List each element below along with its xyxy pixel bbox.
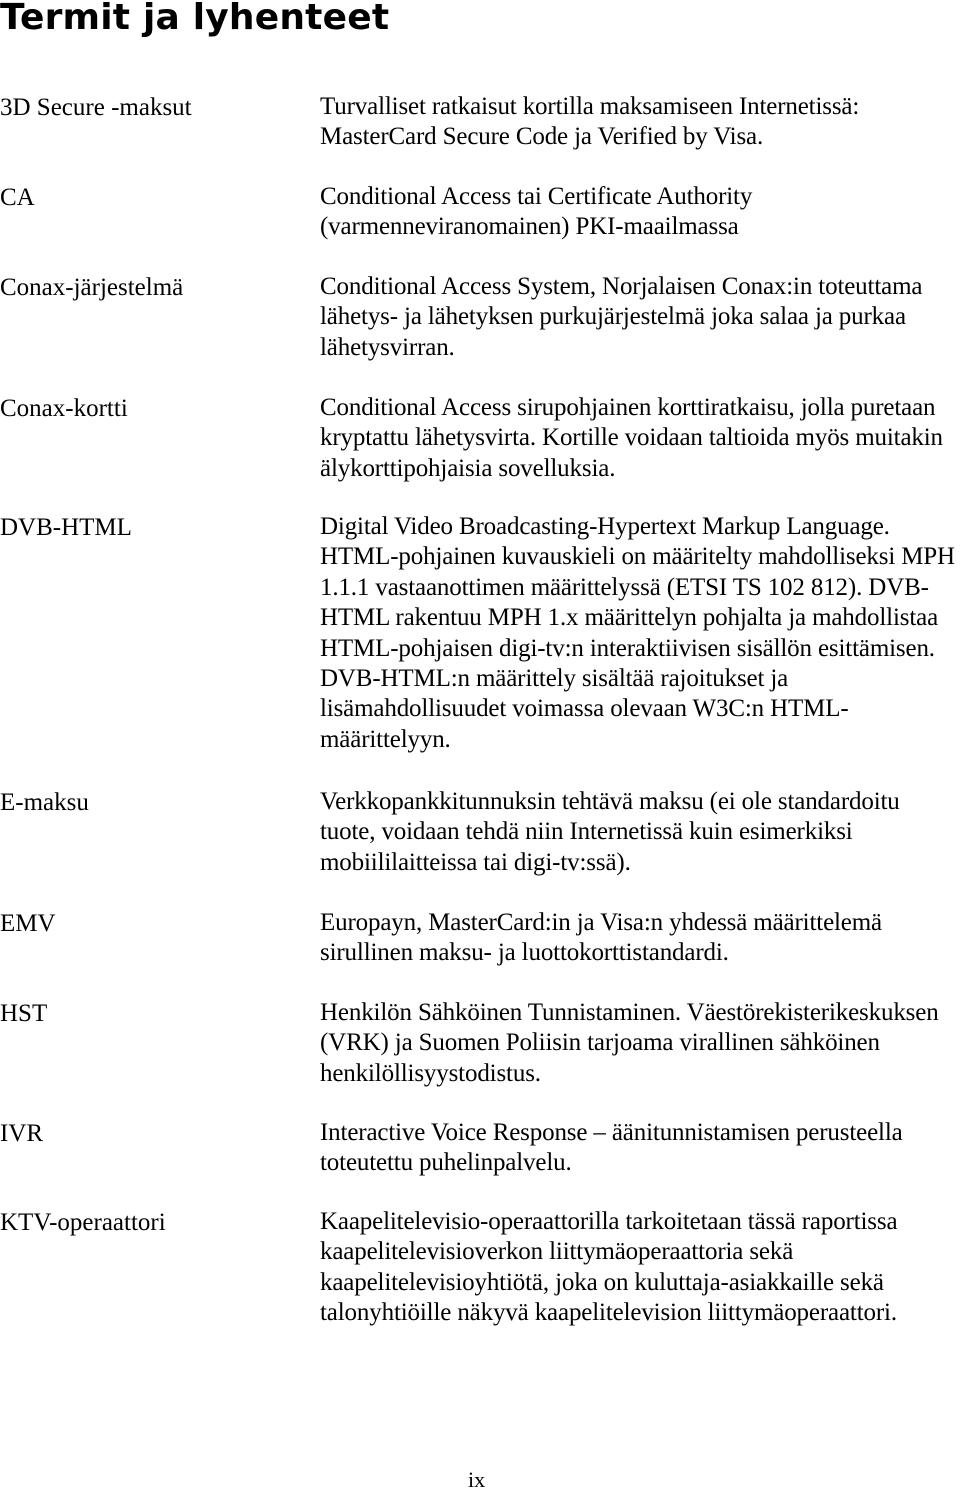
glossary-term: HST (0, 1000, 48, 1027)
glossary-term: 3D Secure -maksut (0, 94, 192, 121)
glossary-term: Conax-järjestelmä (0, 274, 184, 301)
glossary-term: E-maksu (0, 789, 89, 816)
page-title: Termit ja lyhenteet (0, 0, 390, 38)
glossary-term: IVR (0, 1120, 44, 1147)
glossary-definition: Digital Video Broadcasting-Hypertext Mar… (320, 513, 955, 753)
glossary-definition: Verkkopankkitunnuksin tehtävä maksu (ei … (320, 788, 900, 876)
page-number: ix (468, 1467, 486, 1492)
glossary-definition: Europayn, MasterCard:in ja Visa:n yhdess… (320, 909, 882, 967)
glossary-term: Conax-kortti (0, 395, 128, 422)
glossary-definition: Conditional Access sirupohjainen korttir… (320, 394, 943, 482)
glossary-definition: Interactive Voice Response – äänitunnist… (320, 1119, 903, 1177)
glossary-definition: Conditional Access tai Certificate Autho… (320, 183, 753, 241)
glossary-term: CA (0, 184, 35, 211)
glossary-term: KTV-operaattori (0, 1209, 166, 1236)
glossary-definition: Henkilön Sähköinen Tunnistaminen. Väestö… (320, 999, 939, 1087)
glossary-term: EMV (0, 910, 56, 937)
glossary-definition: Kaapelitelevisio-operaattorilla tarkoite… (320, 1208, 898, 1327)
glossary-definition: Conditional Access System, Norjalaisen C… (320, 273, 923, 361)
glossary-definition: Turvalliset ratkaisut kortilla maksamise… (320, 93, 860, 151)
glossary-term: DVB-HTML (0, 514, 132, 541)
